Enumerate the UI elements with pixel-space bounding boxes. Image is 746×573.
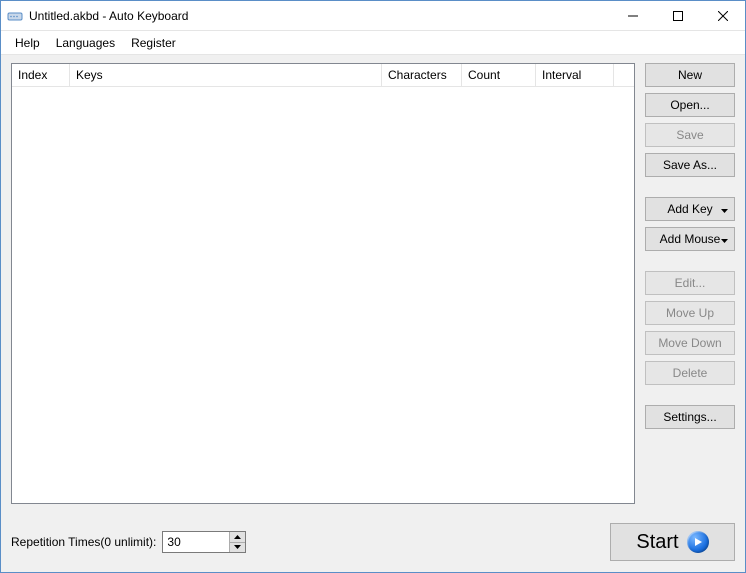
settings-button-label: Settings... (663, 410, 716, 424)
start-button[interactable]: Start (610, 523, 735, 561)
move-up-button: Move Up (645, 301, 735, 325)
menubar: Help Languages Register (1, 31, 745, 55)
minimize-button[interactable] (610, 1, 655, 30)
side-buttons: New Open... Save Save As... Add Key Add … (645, 63, 735, 504)
add-mouse-button-label: Add Mouse (660, 232, 721, 246)
delete-button-label: Delete (673, 366, 708, 380)
titlebar: Untitled.akbd - Auto Keyboard (1, 1, 745, 31)
repetition-label: Repetition Times(0 unlimit): (11, 535, 156, 549)
col-count[interactable]: Count (462, 64, 536, 86)
spacer (645, 391, 735, 399)
col-spacer (614, 64, 634, 86)
menu-help[interactable]: Help (7, 33, 48, 53)
open-button-label: Open... (670, 98, 709, 112)
spacer (645, 257, 735, 265)
col-interval[interactable]: Interval (536, 64, 614, 86)
new-button-label: New (678, 68, 702, 82)
new-button[interactable]: New (645, 63, 735, 87)
save-as-button-label: Save As... (663, 158, 717, 172)
close-button[interactable] (700, 1, 745, 30)
col-characters[interactable]: Characters (382, 64, 462, 86)
spacer (645, 183, 735, 191)
repetition-input[interactable] (163, 532, 229, 552)
main-row: Index Keys Characters Count Interval New… (11, 63, 735, 504)
repetition-group: Repetition Times(0 unlimit): (11, 531, 246, 553)
action-table[interactable]: Index Keys Characters Count Interval (11, 63, 635, 504)
chevron-down-icon (721, 232, 728, 246)
delete-button: Delete (645, 361, 735, 385)
add-key-button-label: Add Key (667, 202, 712, 216)
add-mouse-button[interactable]: Add Mouse (645, 227, 735, 251)
repetition-spinner[interactable] (162, 531, 246, 553)
menu-languages[interactable]: Languages (48, 33, 123, 53)
edit-button-label: Edit... (675, 276, 706, 290)
open-button[interactable]: Open... (645, 93, 735, 117)
save-button: Save (645, 123, 735, 147)
spin-up-button[interactable] (230, 532, 245, 542)
col-keys[interactable]: Keys (70, 64, 382, 86)
settings-button[interactable]: Settings... (645, 405, 735, 429)
window-title: Untitled.akbd - Auto Keyboard (29, 9, 610, 23)
chevron-down-icon (721, 202, 728, 216)
maximize-button[interactable] (655, 1, 700, 30)
client-area: Index Keys Characters Count Interval New… (1, 55, 745, 572)
save-button-label: Save (676, 128, 703, 142)
move-down-button-label: Move Down (658, 336, 721, 350)
move-down-button: Move Down (645, 331, 735, 355)
move-up-button-label: Move Up (666, 306, 714, 320)
menu-register[interactable]: Register (123, 33, 184, 53)
window-controls (610, 1, 745, 30)
start-button-label: Start (636, 531, 678, 554)
add-key-button[interactable]: Add Key (645, 197, 735, 221)
table-body (12, 87, 634, 503)
table-header: Index Keys Characters Count Interval (12, 64, 634, 87)
play-icon (687, 531, 709, 553)
col-index[interactable]: Index (12, 64, 70, 86)
save-as-button[interactable]: Save As... (645, 153, 735, 177)
edit-button: Edit... (645, 271, 735, 295)
bottom-row: Repetition Times(0 unlimit): Start (11, 522, 735, 562)
app-icon (7, 8, 23, 24)
spin-down-button[interactable] (230, 542, 245, 553)
spin-buttons (229, 532, 245, 552)
